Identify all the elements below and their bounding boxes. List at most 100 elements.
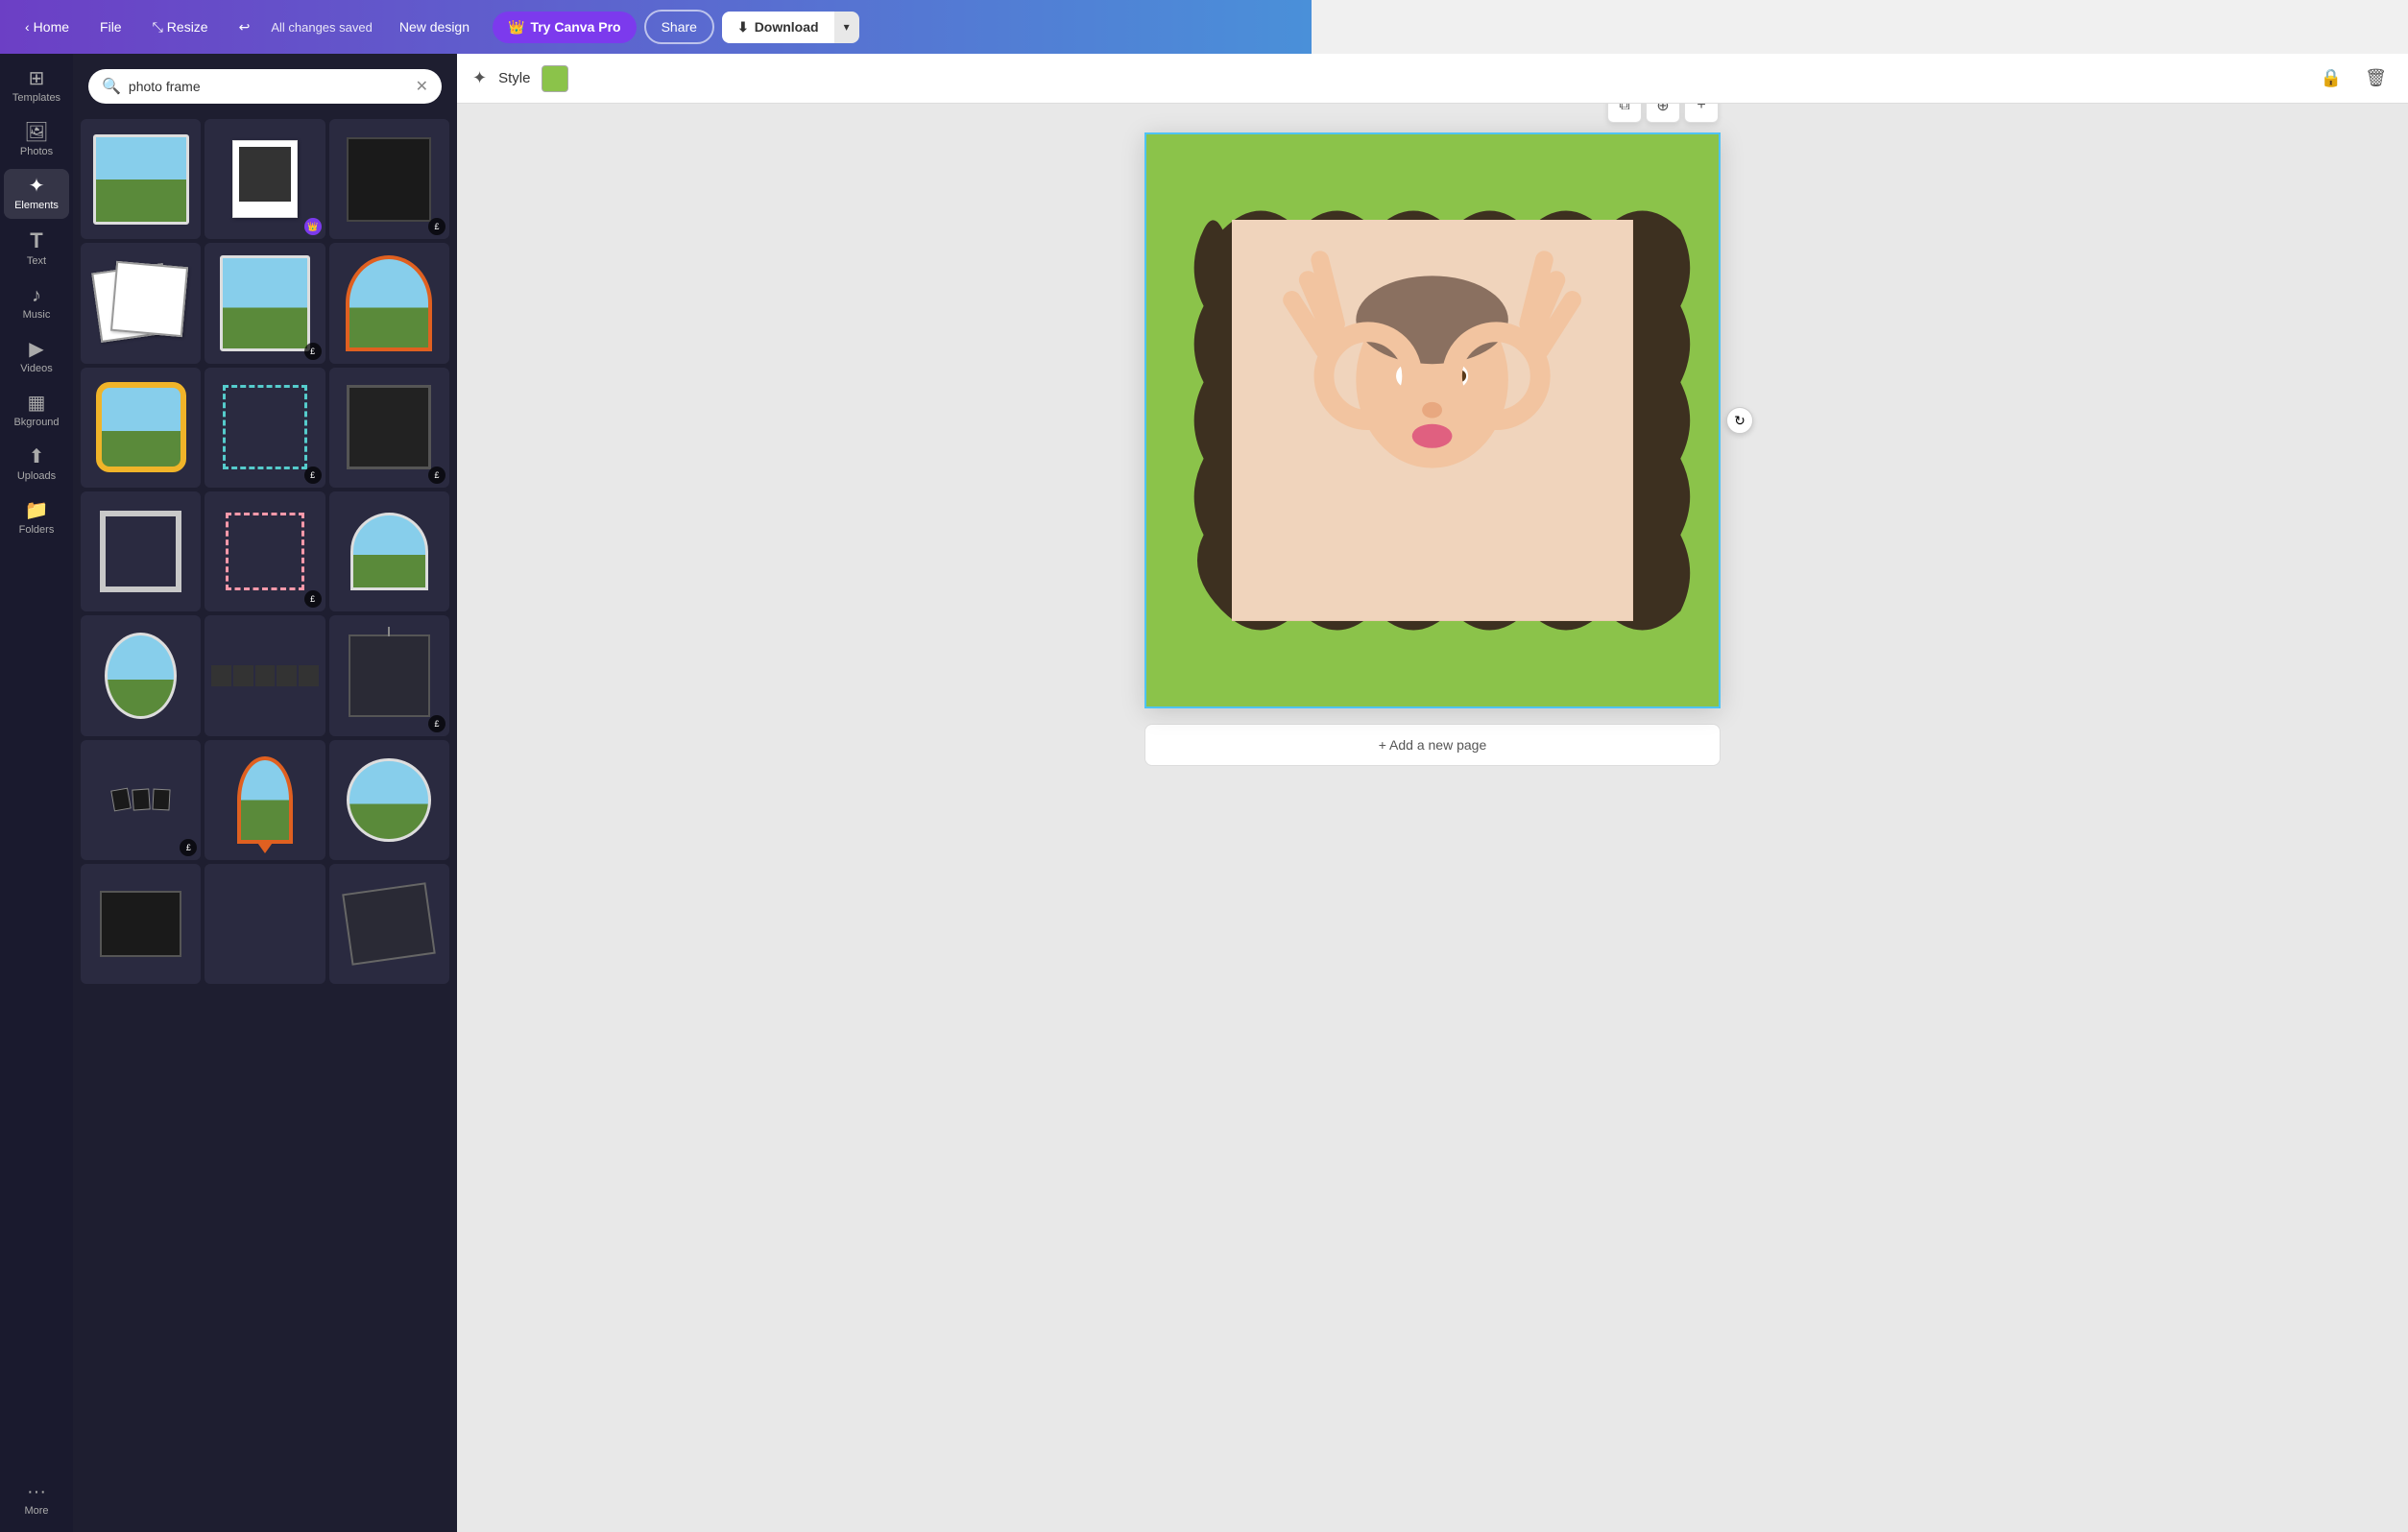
- nav-right: New design 👑 Try Canva Pro Share ⬇ Downl…: [384, 10, 859, 44]
- frame-multi-photo-preview: [112, 789, 170, 810]
- frame-item[interactable]: [205, 615, 325, 735]
- frame-badge-paid: £: [428, 218, 445, 235]
- design-canvas[interactable]: ⧉ ⊕ + ↻: [1144, 132, 1721, 708]
- sidebar-item-label: Elements: [14, 200, 59, 211]
- sidebar-item-templates[interactable]: ⊞ Templates: [4, 61, 69, 111]
- frame-circle-landscape-preview: [347, 758, 431, 843]
- sidebar-item-music[interactable]: ♪ Music: [4, 278, 69, 328]
- sidebar-item-text[interactable]: T Text: [4, 223, 69, 275]
- resize-label: Resize: [167, 19, 208, 35]
- frame-item[interactable]: £: [329, 615, 449, 735]
- photo-in-frame: [1232, 220, 1632, 620]
- frame-badge-crown: 👑: [304, 218, 322, 235]
- sidebar-item-photos[interactable]: 🖼 Photos: [4, 115, 69, 165]
- duplicate-float-button[interactable]: ⊕: [1646, 104, 1680, 123]
- frame-item[interactable]: [329, 740, 449, 860]
- frame-slanted-preview: [343, 882, 436, 966]
- rotate-handle[interactable]: ↻: [1726, 407, 1753, 434]
- color-swatch[interactable]: [542, 65, 568, 92]
- elements-panel: 🔍 ✕ 👑 £ £: [73, 54, 457, 1532]
- frame-item[interactable]: £: [205, 368, 325, 488]
- background-icon: ▦: [28, 394, 46, 413]
- add-page-button[interactable]: + Add a new page: [1144, 724, 1721, 766]
- templates-icon: ⊞: [29, 69, 45, 88]
- frame-item[interactable]: [81, 368, 201, 488]
- sidebar-item-label: Bkground: [13, 417, 59, 428]
- frame-item: [205, 864, 325, 984]
- search-input[interactable]: [129, 79, 408, 94]
- frame-item[interactable]: 👑: [205, 119, 325, 239]
- new-design-button[interactable]: New design: [384, 12, 485, 42]
- frame-item[interactable]: [329, 491, 449, 611]
- delete-button[interactable]: 🗑: [2359, 62, 2393, 94]
- frame-pin-map-preview: [237, 756, 293, 843]
- frame-item[interactable]: £: [329, 368, 449, 488]
- person-illustration: [1232, 220, 1632, 620]
- frame-item[interactable]: [81, 615, 201, 735]
- sidebar-item-label: Photos: [20, 146, 53, 157]
- try-pro-button[interactable]: 👑 Try Canva Pro: [493, 12, 637, 43]
- undo-button[interactable]: ↩: [229, 13, 260, 41]
- frame-item[interactable]: £: [329, 119, 449, 239]
- nav-left: ‹ Home File ⤡ Resize ↩ All changes saved: [15, 13, 373, 41]
- more-icon: ···: [27, 1482, 46, 1501]
- frame-item[interactable]: £: [205, 243, 325, 363]
- crown-icon: 👑: [508, 19, 524, 36]
- sidebar-item-label: Templates: [12, 92, 60, 104]
- sidebar-item-more[interactable]: ··· More: [4, 1474, 69, 1524]
- frame-polaroid-preview: [232, 140, 299, 218]
- home-button[interactable]: ‹ Home: [15, 13, 79, 40]
- sidebar-item-videos[interactable]: ▶ Videos: [4, 332, 69, 382]
- text-icon: T: [30, 230, 42, 251]
- file-button[interactable]: File: [90, 13, 132, 40]
- folders-icon: 📁: [25, 501, 49, 520]
- toolbar-right: 🔒 🗑: [2315, 62, 2393, 94]
- resize-button[interactable]: ⤡ Resize: [143, 13, 218, 41]
- sidebar-item-folders[interactable]: 📁 Folders: [4, 493, 69, 543]
- download-button[interactable]: ⬇ Download: [722, 12, 834, 43]
- sidebar-item-label: Music: [23, 309, 51, 321]
- frame-oval-preview: [105, 633, 177, 719]
- frame-item[interactable]: £: [205, 491, 325, 611]
- share-button[interactable]: Share: [644, 10, 714, 44]
- frame-dark-sq-preview: [347, 385, 431, 469]
- frame-dotted-pink-preview: [226, 513, 303, 590]
- sidebar-item-elements[interactable]: ✦ Elements: [4, 169, 69, 219]
- frame-item[interactable]: [205, 740, 325, 860]
- frame-item[interactable]: [329, 864, 449, 984]
- add-page-label: + Add a new page: [1379, 737, 1487, 753]
- sidebar-item-uploads[interactable]: ⬆ Uploads: [4, 440, 69, 490]
- clear-icon[interactable]: ✕: [416, 77, 428, 96]
- frame-badge-paid: £: [304, 343, 322, 360]
- style-label: Style: [498, 70, 530, 86]
- frame-dark-rect-preview: [100, 891, 181, 957]
- sidebar-item-label: Videos: [20, 363, 52, 374]
- chevron-left-icon: ‹: [25, 19, 30, 35]
- frame-item[interactable]: [81, 864, 201, 984]
- search-bar: 🔍 ✕: [73, 54, 457, 119]
- photos-icon: 🖼: [24, 123, 48, 142]
- frame-dotted-preview: [223, 385, 307, 469]
- frame-item[interactable]: [81, 243, 201, 363]
- main-area: ✦ Style 🔒 🗑: [457, 54, 2408, 1532]
- download-dropdown-button[interactable]: ▾: [834, 12, 859, 43]
- add-float-button[interactable]: +: [1684, 104, 1719, 123]
- search-input-wrap: 🔍 ✕: [88, 69, 442, 104]
- search-icon: 🔍: [102, 77, 121, 96]
- style-magic-icon: ✦: [472, 68, 487, 88]
- frame-item[interactable]: £: [81, 740, 201, 860]
- copy-float-button[interactable]: ⧉: [1607, 104, 1642, 123]
- elements-icon: ✦: [29, 177, 45, 196]
- sidebar-item-background[interactable]: ▦ Bkground: [4, 386, 69, 436]
- frame-badge-paid: £: [180, 839, 197, 856]
- undo-icon: ↩: [239, 19, 251, 36]
- frame-stack-preview: [96, 264, 186, 342]
- frame-item[interactable]: [81, 491, 201, 611]
- lock-button[interactable]: 🔒: [2315, 62, 2348, 94]
- frame-item[interactable]: [329, 243, 449, 363]
- frames-grid: 👑 £ £ £ £: [73, 119, 457, 992]
- download-group: ⬇ Download ▾: [722, 12, 859, 43]
- frame-gold-preview: [96, 382, 186, 472]
- frame-landscape-preview: [93, 134, 189, 225]
- frame-item[interactable]: [81, 119, 201, 239]
